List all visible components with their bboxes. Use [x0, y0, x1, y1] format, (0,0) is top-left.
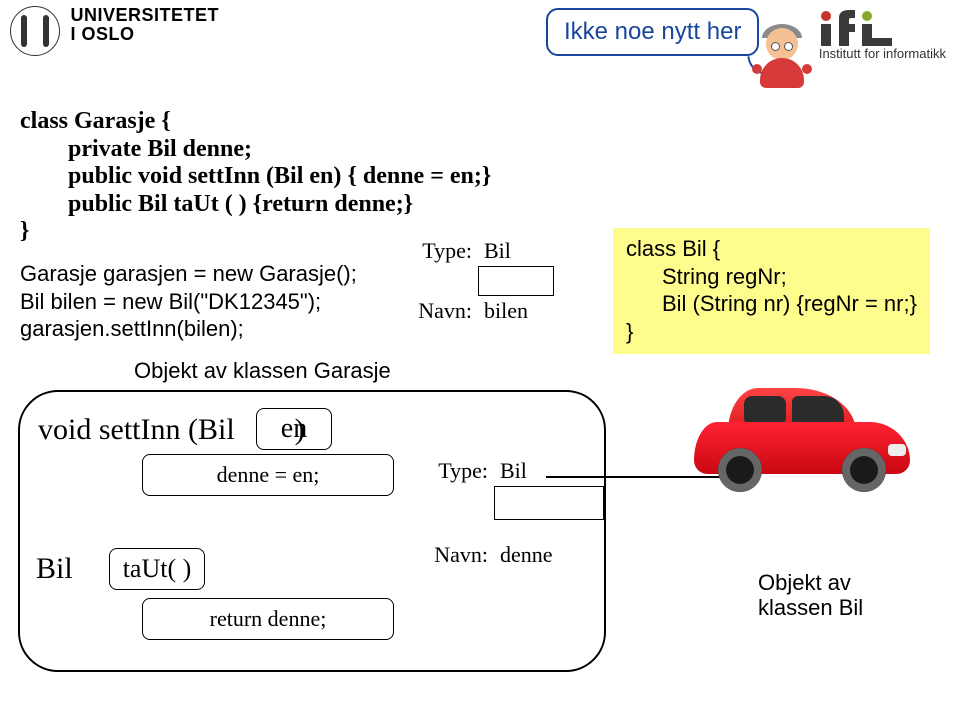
type-value: Bil: [484, 238, 511, 264]
uio-line1: UNIVERSITETET: [70, 6, 219, 25]
denne-name-value: denne: [500, 542, 553, 568]
taut-type: Bil: [36, 552, 73, 585]
denne-type-value: Bil: [500, 458, 527, 484]
pointer-box-denne: [494, 486, 604, 520]
type-label: Type:: [410, 238, 472, 264]
class-bil-l1: class Bil {: [626, 235, 917, 263]
class-garasje-code: class Garasje { private Bil denne; publi…: [20, 108, 491, 246]
taut-body: return denne;: [210, 606, 327, 631]
speech-bubble: Ikke noe nytt her: [546, 8, 759, 56]
denne-type-label: Type:: [426, 458, 488, 484]
setup-code: Garasje garasjen = new Garasje(); Bil bi…: [20, 260, 357, 343]
name-value: bilen: [484, 298, 528, 324]
uio-line2: I OSLO: [70, 25, 219, 44]
ifi-mark: [819, 10, 946, 46]
car-caption-l2: klassen Bil: [758, 595, 863, 620]
class-bil-l4: }: [626, 318, 917, 346]
garasje-caption: Objekt av klassen Garasje: [134, 358, 391, 384]
variable-bilen: Type: Bil Navn: bilen: [410, 238, 554, 326]
method-taut-signature: Bil: [36, 552, 73, 586]
denne-name-label: Navn:: [426, 542, 488, 568]
uio-text: UNIVERSITETET I OSLO: [70, 6, 219, 44]
class-bil-box: class Bil { String regNr; Bil (String nr…: [613, 228, 930, 354]
uio-logo: UNIVERSITETET I OSLO: [10, 6, 219, 56]
teacher-avatar-icon: [752, 28, 812, 88]
settinn-part1: void settInn (Bil: [38, 413, 235, 446]
taut-name: taUt( ): [123, 554, 192, 583]
car-caption-l1: Objekt av: [758, 570, 863, 595]
uio-seal-icon: [10, 6, 60, 56]
settinn-body-box: denne = en;: [142, 454, 394, 496]
param-en-box: en: [256, 408, 332, 450]
name-label: Navn:: [410, 298, 472, 324]
ifi-sub: Institutt for informatikk: [819, 46, 946, 61]
class-bil-l3: Bil (String nr) {regNr = nr;}: [626, 290, 917, 318]
bubble-text: Ikke noe nytt her: [564, 18, 741, 45]
pointer-box-bilen: [478, 266, 554, 296]
taut-body-box: return denne;: [142, 598, 394, 640]
car-icon: [694, 382, 910, 492]
taut-name-box: taUt( ): [109, 548, 205, 590]
class-bil-l2: String regNr;: [626, 263, 917, 291]
param-en-label: en: [281, 413, 307, 444]
ifi-logo: Institutt for informatikk: [819, 10, 946, 61]
car-caption: Objekt av klassen Bil: [758, 570, 863, 621]
settinn-body: denne = en;: [217, 462, 320, 487]
variable-denne: Type: Bil Navn: denne: [426, 458, 604, 570]
